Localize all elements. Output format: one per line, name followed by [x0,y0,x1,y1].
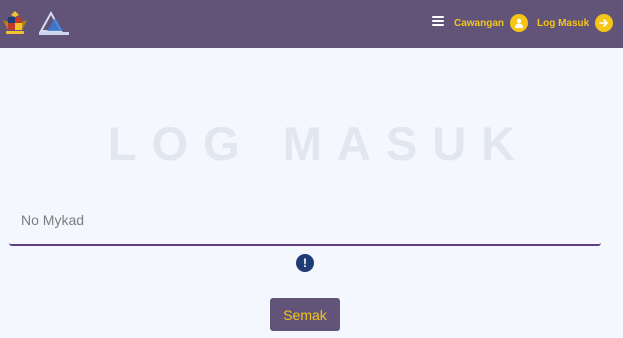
user-icon [510,14,529,32]
agency-logo-icon [39,10,69,35]
malaysia-crest-logo-icon [3,11,27,34]
check-button[interactable]: Semak [270,298,340,331]
arrow-right-icon [595,14,614,32]
nav-branch-link[interactable]: Cawangan [454,13,529,33]
hamburger-menu-icon[interactable] [432,15,445,28]
exclamation-circle-icon: ! [296,254,314,272]
page-title: LOG MASUK [107,117,531,170]
nav-branch-label: Cawangan [454,17,505,29]
nav-login-link[interactable]: Log Masuk [537,13,614,33]
nav-login-label: Log Masuk [537,17,590,29]
top-navbar: Cawangan Log Masuk [0,0,623,48]
mykad-input[interactable] [9,196,601,244]
mykad-field [9,196,601,246]
